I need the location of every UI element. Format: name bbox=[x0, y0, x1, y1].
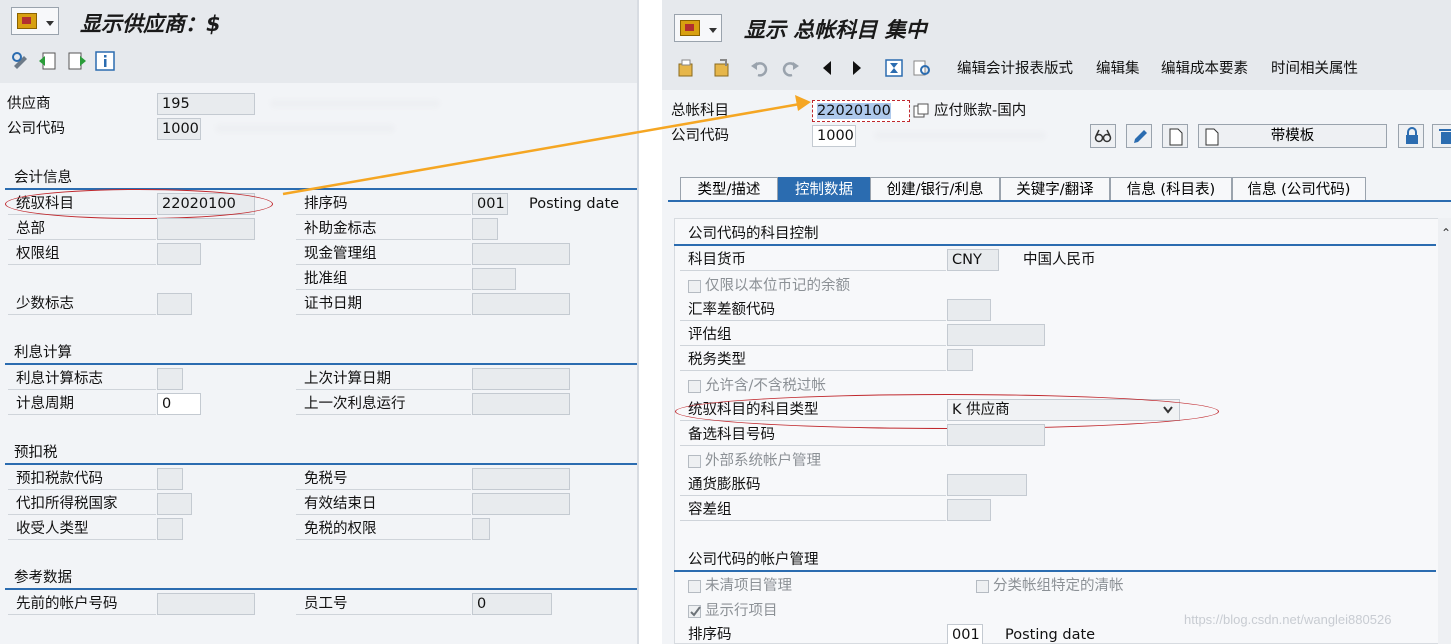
arrow-line bbox=[282, 102, 801, 196]
annotation-arrow bbox=[282, 95, 811, 196]
arrow-head bbox=[795, 95, 811, 111]
